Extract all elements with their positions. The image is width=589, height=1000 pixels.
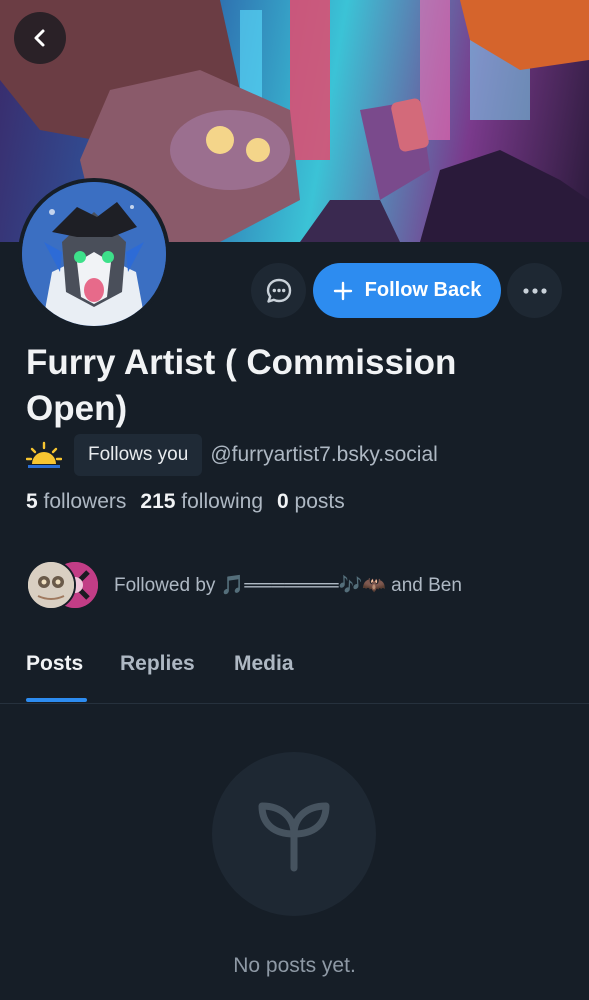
follower-avatars xyxy=(26,560,102,610)
followers-stat[interactable]: 5 followers xyxy=(26,490,126,514)
followed-by-row[interactable]: Followed by 🎵═══════🎶🦇 and Ben xyxy=(26,560,462,610)
handle-row: Follows you @furryartist7.bsky.social xyxy=(26,434,438,476)
ellipsis-icon xyxy=(522,287,547,294)
tab-media[interactable]: Media xyxy=(234,652,294,676)
posts-label: posts xyxy=(294,490,345,513)
posts-stat: 0 posts xyxy=(277,490,345,514)
tab-posts[interactable]: Posts xyxy=(26,652,83,676)
sprout-icon xyxy=(258,802,330,872)
message-button[interactable] xyxy=(251,263,306,318)
following-stat[interactable]: 215 following xyxy=(140,490,263,514)
avatar-image xyxy=(22,182,166,326)
following-label: following xyxy=(181,490,264,513)
active-tab-indicator xyxy=(26,698,87,702)
followers-label: followers xyxy=(43,490,127,513)
follow-back-button[interactable]: Follow Back xyxy=(313,263,501,318)
profile-stats: 5 followers 215 following 0 posts xyxy=(26,490,345,514)
chevron-left-icon xyxy=(34,29,45,47)
sunrise-icon xyxy=(26,441,62,468)
profile-tabs: Posts Replies Media xyxy=(0,638,589,704)
tab-replies[interactable]: Replies xyxy=(120,652,195,676)
followed-by-text: Followed by 🎵═══════🎶🦇 and Ben xyxy=(114,575,462,596)
empty-state-message: No posts yet. xyxy=(233,954,356,977)
back-button[interactable] xyxy=(14,12,66,64)
follower-avatar-image xyxy=(28,562,74,608)
chat-bubble-icon xyxy=(266,278,291,303)
plus-icon xyxy=(333,281,352,300)
followers-count: 5 xyxy=(26,490,38,513)
follower-avatar xyxy=(26,560,76,610)
follow-button-label: Follow Back xyxy=(364,279,482,301)
display-name: Furry Artist ( Commission Open) xyxy=(26,343,457,428)
following-count: 215 xyxy=(140,490,176,513)
profile-handle: @furryartist7.bsky.social xyxy=(210,443,438,466)
profile-avatar[interactable] xyxy=(18,178,170,330)
more-options-button[interactable] xyxy=(507,263,562,318)
empty-state-illustration xyxy=(212,752,376,916)
posts-count: 0 xyxy=(277,490,289,513)
follows-you-badge: Follows you xyxy=(74,434,203,476)
